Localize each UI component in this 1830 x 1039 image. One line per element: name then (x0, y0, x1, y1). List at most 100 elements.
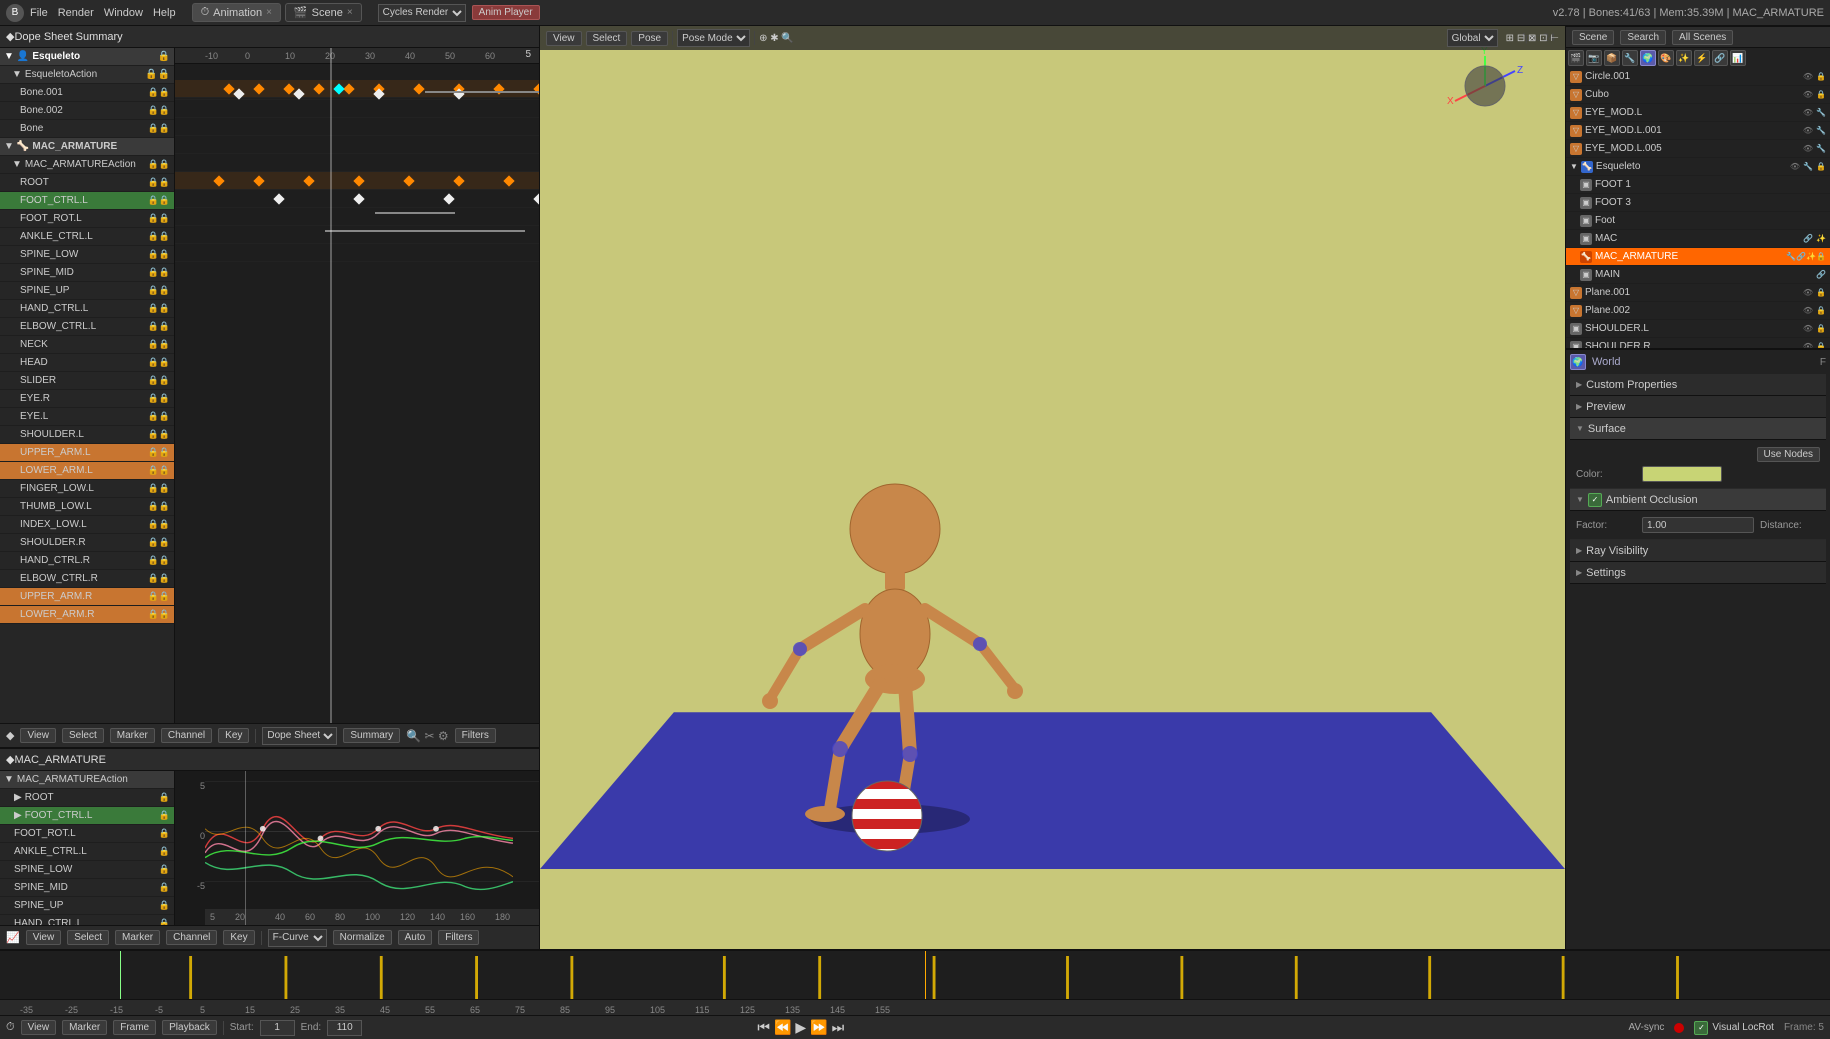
ds-summary-btn[interactable]: Summary (343, 728, 400, 743)
vp-pose-btn[interactable]: Pose (631, 31, 668, 46)
vp-pose-mode-select[interactable]: Pose Mode (677, 29, 750, 47)
list-item[interactable]: ▼ 👤 Esqueleto 🔒 (0, 48, 174, 66)
list-item[interactable]: ELBOW_CTRL.R 🔒🔒 (0, 570, 174, 588)
list-item[interactable]: 🦴 MAC_ARMATURE 🔧🔗✨🔒 (1566, 248, 1830, 266)
list-item[interactable]: ▼ MAC_ARMATUREAction 🔒🔒 (0, 156, 174, 174)
list-item[interactable]: SPINE_LOW 🔒🔒 (0, 246, 174, 264)
ds-view-btn[interactable]: View (20, 728, 56, 743)
eye-icon[interactable]: 👁 (1803, 72, 1813, 81)
fc-normalize-btn[interactable]: Normalize (333, 930, 392, 945)
list-item[interactable]: INDEX_LOW.L 🔒🔒 (0, 516, 174, 534)
ds-marker-btn[interactable]: Marker (110, 728, 155, 743)
eye-icon[interactable]: 👁 (1803, 126, 1813, 135)
list-item[interactable]: ANKLE_CTRL.L 🔒🔒 (0, 228, 174, 246)
ray-visibility-header[interactable]: ▶ Ray Visibility (1570, 540, 1826, 562)
list-item[interactable]: FOOT_ROT.L 🔒🔒 (0, 210, 174, 228)
vp-select-btn[interactable]: Select (586, 31, 628, 46)
fcurve-graph[interactable]: 5 0 -5 (175, 771, 539, 925)
list-item[interactable]: ▣ Foot (1566, 212, 1830, 230)
color-swatch[interactable] (1642, 466, 1722, 482)
ds-key-btn[interactable]: Key (218, 728, 249, 743)
settings-header[interactable]: ▶ Settings (1570, 562, 1826, 584)
eye-icon[interactable]: 👁 (1803, 108, 1813, 117)
ds-select-btn[interactable]: Select (62, 728, 104, 743)
object-icon-btn[interactable]: 📦 (1604, 50, 1620, 66)
menu-help[interactable]: Help (153, 7, 176, 19)
jump-back-icon[interactable]: ⏪ (774, 1019, 791, 1036)
list-item[interactable]: ▽ Plane.002 👁 🔒 (1566, 302, 1830, 320)
list-item[interactable]: EYE.R 🔒🔒 (0, 390, 174, 408)
lock-icon[interactable]: 🔒 (1816, 288, 1826, 297)
physics-icon-btn[interactable]: ⚡ (1694, 50, 1710, 66)
list-item[interactable]: ▼ 🦴 MAC_ARMATURE (0, 138, 174, 156)
eye-icon[interactable]: 👁 (1803, 324, 1813, 333)
list-item[interactable]: ANKLE_CTRL.L 🔒 (0, 843, 174, 861)
modifiers-icon[interactable]: 🔧 (1816, 126, 1826, 135)
eye-icon[interactable]: 👁 (1803, 144, 1813, 153)
jump-end-icon[interactable]: ⏭ (832, 1019, 845, 1036)
ds-mode-select[interactable]: Dope Sheet (262, 727, 337, 745)
scene-tab-btn[interactable]: Scene (1572, 30, 1614, 45)
icons-row[interactable]: 🔧🔗✨🔒 (1786, 252, 1826, 261)
custom-properties-header[interactable]: ▶ Custom Properties (1570, 374, 1826, 396)
menu-render[interactable]: Render (58, 7, 94, 19)
list-item[interactable]: SHOULDER.R 🔒🔒 (0, 534, 174, 552)
tl-frame-btn[interactable]: Frame (113, 1020, 156, 1035)
fc-filters-btn[interactable]: Filters (438, 930, 479, 945)
list-item[interactable]: ▼ MAC_ARMATUREAction (0, 771, 174, 789)
list-item[interactable]: ▽ EYE_MOD.L.001 👁 🔧 (1566, 122, 1830, 140)
particle-icon[interactable]: ✨ (1816, 234, 1826, 243)
viewport-3d[interactable]: fps: 24 Z Y X (540, 26, 1565, 949)
tab-scene[interactable]: 🎬 Scene × (285, 3, 362, 22)
list-item[interactable]: ▣ MAC 🔗 ✨ (1566, 230, 1830, 248)
modifiers-icon[interactable]: 🔧 (1816, 144, 1826, 153)
list-item[interactable]: EYE.L 🔒🔒 (0, 408, 174, 426)
list-item[interactable]: ROOT 🔒🔒 (0, 174, 174, 192)
list-item[interactable]: UPPER_ARM.R 🔒🔒 (0, 588, 174, 606)
list-item[interactable]: SHOULDER.L 🔒🔒 (0, 426, 174, 444)
eye-icon[interactable]: 👁 (1803, 306, 1813, 315)
factor-value[interactable]: 1.00 (1642, 517, 1754, 533)
tl-playback-btn[interactable]: Playback (162, 1020, 217, 1035)
list-item[interactable]: ELBOW_CTRL.L 🔒🔒 (0, 318, 174, 336)
list-item[interactable]: ▼ EsqueletoAction 🔒🔒 (0, 66, 174, 84)
list-item[interactable]: SPINE_LOW 🔒 (0, 861, 174, 879)
scene-icon-btn[interactable]: 🎬 (1568, 50, 1584, 66)
vp-view-btn[interactable]: View (546, 31, 582, 46)
list-item[interactable]: FOOT_ROT.L 🔒 (0, 825, 174, 843)
vp-global-select[interactable]: Global (1447, 29, 1498, 47)
end-frame-input[interactable] (327, 1020, 362, 1036)
list-item[interactable]: SPINE_MID 🔒 (0, 879, 174, 897)
list-item[interactable]: HAND_CTRL.L 🔒 (0, 915, 174, 925)
lock-icon[interactable]: 🔒 (1816, 162, 1826, 171)
start-frame-input[interactable] (260, 1020, 295, 1036)
keyframe-area[interactable]: -10 0 10 20 30 40 50 60 70 80 90 (175, 48, 539, 723)
render-icon-btn[interactable]: 📷 (1586, 50, 1602, 66)
render-engine-select[interactable]: Cycles Render (378, 4, 466, 22)
list-item[interactable]: UPPER_ARM.L 🔒🔒 (0, 444, 174, 462)
menu-file[interactable]: File (30, 7, 48, 19)
eye-icon[interactable]: 👁 (1803, 288, 1813, 297)
list-item[interactable]: FINGER_LOW.L 🔒🔒 (0, 480, 174, 498)
visual-locrot-checkbox[interactable]: ✓ (1694, 1021, 1708, 1035)
close-animation-icon[interactable]: × (266, 7, 272, 18)
constraint-icon[interactable]: 🔗 (1816, 270, 1826, 279)
list-item[interactable]: ▽ EYE_MOD.L 👁 🔧 (1566, 104, 1830, 122)
lock-icon[interactable]: 🔒 (1816, 324, 1826, 333)
eye-icon[interactable]: 👁 (1803, 90, 1813, 99)
preview-header[interactable]: ▶ Preview (1570, 396, 1826, 418)
particle-icon-btn[interactable]: ✨ (1676, 50, 1692, 66)
fc-channel-btn[interactable]: Channel (166, 930, 217, 945)
list-item[interactable]: FOOT_CTRL.L 🔒🔒 (0, 192, 174, 210)
play-icon[interactable]: ▶ (795, 1019, 806, 1036)
list-item[interactable]: THUMB_LOW.L 🔒🔒 (0, 498, 174, 516)
list-item[interactable]: ▣ FOOT 3 (1566, 194, 1830, 212)
list-item[interactable]: ▣ MAIN 🔗 (1566, 266, 1830, 284)
ambient-occlusion-header[interactable]: ▼ ✓ Ambient Occlusion (1570, 489, 1826, 511)
list-item[interactable]: ▽ EYE_MOD.L.005 👁 🔧 (1566, 140, 1830, 158)
list-item[interactable]: SPINE_UP 🔒 (0, 897, 174, 915)
lock-icon[interactable]: 🔒 (1816, 306, 1826, 315)
list-item[interactable]: ▽ Circle.001 👁 🔒 (1566, 68, 1830, 86)
data-icon-btn[interactable]: 📊 (1730, 50, 1746, 66)
list-item[interactable]: ▣ FOOT 1 (1566, 176, 1830, 194)
